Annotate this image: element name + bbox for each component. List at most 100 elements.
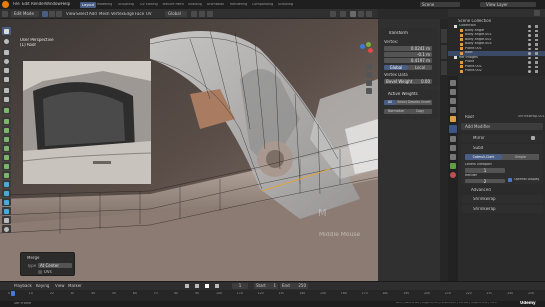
sidebar-tab-item[interactable] xyxy=(441,29,447,43)
normalize-button[interactable]: Normalize xyxy=(384,109,408,114)
optimal-display-checkbox[interactable] xyxy=(508,178,512,182)
outliner-filter-icon[interactable] xyxy=(534,10,540,16)
header-menu-face[interactable]: Face xyxy=(135,12,144,16)
header-menu-mesh[interactable]: Mesh xyxy=(99,12,110,16)
camera-icon[interactable] xyxy=(366,80,372,86)
active-weights-title[interactable]: Active Weights xyxy=(388,92,418,96)
header-menu-uv[interactable]: UV xyxy=(146,12,152,16)
face-select-icon[interactable] xyxy=(56,11,62,17)
render-camera-icon[interactable] xyxy=(535,70,538,73)
visibility-eye-icon[interactable] xyxy=(528,70,531,73)
spin-tool[interactable] xyxy=(2,171,11,179)
timeline-menu-playback[interactable]: Playback xyxy=(14,284,32,288)
menu-render[interactable]: Render xyxy=(31,2,45,6)
loop-cut-tool[interactable] xyxy=(2,144,11,152)
timeline-menu-view[interactable]: View xyxy=(55,284,65,288)
gizmo-x-icon[interactable] xyxy=(368,48,373,53)
overlays-icon[interactable] xyxy=(330,11,336,17)
render-camera-icon[interactable] xyxy=(535,65,538,68)
tab-shading[interactable]: Shading xyxy=(188,3,202,6)
render-camera-icon[interactable] xyxy=(535,52,538,55)
scene-properties-icon[interactable] xyxy=(450,107,456,113)
sidebar-tab-tool[interactable] xyxy=(441,45,447,59)
edge-select-icon[interactable] xyxy=(49,11,55,17)
solid-shading-icon[interactable] xyxy=(350,11,356,17)
render-camera-icon[interactable] xyxy=(535,38,538,41)
visibility-eye-icon[interactable] xyxy=(528,34,531,37)
header-menu-view[interactable]: View xyxy=(66,12,76,16)
orientation-selector[interactable]: Global xyxy=(165,11,187,17)
render-properties-icon[interactable] xyxy=(450,89,456,95)
knife-tool[interactable] xyxy=(2,153,11,161)
jump-start-icon[interactable] xyxy=(185,284,189,288)
timeline-menu-keying[interactable]: Keying xyxy=(36,284,49,288)
poly-build-tool[interactable] xyxy=(2,162,11,170)
pivot-icon[interactable] xyxy=(191,11,197,17)
playhead[interactable] xyxy=(11,291,15,296)
mode-selector[interactable]: Edit Mode xyxy=(11,11,39,17)
timeline-ruler[interactable]: 0 10 20 30 40 50 60 70 80 90 100 110 120 130 140 150 160… xyxy=(8,291,538,301)
end-frame-field[interactable]: End 250 xyxy=(280,283,308,289)
vertex-x-field[interactable]: 0.0241 m xyxy=(384,46,432,51)
output-properties-icon[interactable] xyxy=(450,98,456,104)
transform-tool[interactable] xyxy=(2,75,11,83)
levels-viewport-field[interactable]: 1 xyxy=(465,168,505,173)
bevel-weight-field[interactable]: Bevel Weight 0.00 xyxy=(384,79,432,84)
visibility-eye-icon[interactable] xyxy=(528,65,531,68)
edge-slide-tool[interactable] xyxy=(2,189,11,197)
header-menu-edge[interactable]: Edge xyxy=(124,12,134,16)
visibility-eye-icon[interactable] xyxy=(528,61,531,64)
current-frame-field[interactable]: 1 xyxy=(232,283,248,289)
move-tool[interactable] xyxy=(2,48,11,56)
modifier-mirror[interactable]: Mirror xyxy=(461,134,543,142)
outliner-item[interactable]: Plane.002 xyxy=(448,69,545,74)
uvs-checkbox[interactable] xyxy=(38,270,42,274)
particles-properties-icon[interactable] xyxy=(450,136,456,142)
inset-tool[interactable] xyxy=(2,126,11,134)
tab-uv-editing[interactable]: UV Editing xyxy=(140,3,158,6)
navigation-gizmo[interactable] xyxy=(356,42,374,60)
header-menu-add[interactable]: Add xyxy=(89,12,97,16)
render-camera-icon[interactable] xyxy=(535,61,538,64)
render-levels-field[interactable]: 2 xyxy=(465,179,505,183)
rotate-tool[interactable] xyxy=(2,57,11,65)
annotate-tool[interactable] xyxy=(2,86,11,94)
start-frame-field[interactable]: Start 1 xyxy=(254,283,278,289)
vertex-select-icon[interactable] xyxy=(42,11,48,17)
snap-icon[interactable] xyxy=(199,11,205,17)
to-sphere-tool[interactable] xyxy=(2,225,11,233)
simple-tab[interactable]: Simple xyxy=(502,154,539,160)
tab-sculpting[interactable]: Sculpting xyxy=(118,3,134,6)
modifier-shrinkwrap[interactable]: Shrinkwrap xyxy=(461,195,543,203)
timeline-menu-marker[interactable]: Marker xyxy=(68,284,82,288)
zoom-icon[interactable] xyxy=(366,64,372,70)
global-toggle[interactable]: Global xyxy=(384,65,408,70)
shear-tool[interactable] xyxy=(2,207,11,215)
extrude-tool[interactable] xyxy=(2,117,11,125)
constraints-properties-icon[interactable] xyxy=(450,154,456,160)
blender-logo-icon[interactable] xyxy=(2,1,9,8)
local-toggle[interactable]: Local xyxy=(408,65,432,70)
tab-layout[interactable]: Layout xyxy=(80,2,97,8)
bevel-tool[interactable] xyxy=(2,135,11,143)
material-properties-icon[interactable] xyxy=(450,172,456,178)
modifier-shrinkwrap-2[interactable]: Shrinkwrap xyxy=(461,205,543,213)
tab-compositing[interactable]: Compositing xyxy=(252,3,273,6)
editor-type-icon[interactable] xyxy=(2,11,8,17)
physics-properties-icon[interactable] xyxy=(450,145,456,151)
viewport-3d[interactable]: M User Perspective (1) Roof Middle Mouse… xyxy=(0,19,378,281)
vertex-z-field[interactable]: 0.4197 m xyxy=(384,58,432,63)
visibility-eye-icon[interactable] xyxy=(528,38,531,41)
cursor-tool[interactable] xyxy=(2,37,11,45)
visibility-eye-icon[interactable] xyxy=(528,29,531,32)
visibility-eye-icon[interactable] xyxy=(528,56,531,59)
visibility-eye-icon[interactable] xyxy=(528,25,531,28)
tab-texture-paint[interactable]: Texture Paint xyxy=(162,3,184,6)
play-icon[interactable] xyxy=(205,284,209,288)
grid-view-icon[interactable] xyxy=(366,88,372,94)
render-camera-icon[interactable] xyxy=(535,43,538,46)
vertex-y-field[interactable]: -0.1 m xyxy=(384,52,432,57)
jump-end-icon[interactable] xyxy=(215,284,219,288)
gizmo-z-icon[interactable] xyxy=(360,44,365,49)
tab-rendering[interactable]: Rendering xyxy=(230,3,247,6)
